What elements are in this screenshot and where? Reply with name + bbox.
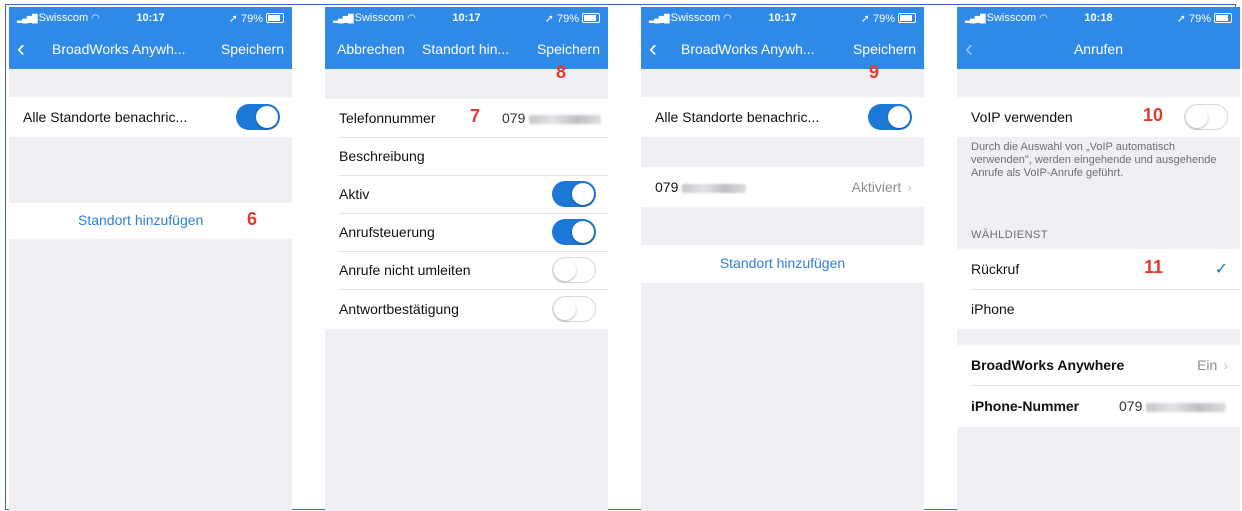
call-control-label: Anrufsteuerung (339, 224, 435, 240)
save-button[interactable]: Speichern (537, 41, 600, 57)
use-voip-row: VoIP verwenden 10 (957, 97, 1240, 137)
status-bar: ▂▄▆█ Swisscom ◠ 10:18 ➚ 79% (957, 7, 1240, 29)
annotation-7: 7 (470, 106, 481, 126)
callback-row[interactable]: Rückruf 11 ✓ (957, 249, 1240, 289)
dialing-service-header: WÄHLDIENST (971, 229, 1049, 241)
location-number: 079 (655, 179, 747, 195)
annotation-8: 8 (556, 62, 567, 82)
call-control-row: Anrufsteuerung (325, 213, 608, 251)
iphone-number-value: 079 (1119, 398, 1227, 414)
redacted-digits (529, 114, 602, 124)
status-bar: ▂▄▆█ Swisscom ◠ 10:17 ➚ 79% (325, 7, 608, 29)
battery-icon (1214, 13, 1232, 23)
nav-bar: ▂▄▆█ Swisscom ◠ 10:18 ➚ 79% ‹ Anrufen (957, 7, 1240, 69)
broadworks-anywhere-label: BroadWorks Anywhere (971, 357, 1125, 373)
battery-icon (582, 13, 600, 23)
location-icon: ➚ (860, 13, 870, 25)
divider (339, 251, 608, 252)
use-voip-label: VoIP verwenden (971, 109, 1073, 125)
location-icon: ➚ (228, 13, 238, 25)
alert-all-locations-row: Alle Standorte benachric... (641, 97, 924, 137)
divider (339, 289, 608, 290)
redacted-digits (682, 183, 747, 193)
active-toggle[interactable] (552, 181, 596, 207)
description-row[interactable]: Beschreibung (325, 137, 608, 175)
use-voip-toggle[interactable] (1184, 104, 1228, 130)
call-control-toggle[interactable] (552, 219, 596, 245)
location-status: Aktiviert › (851, 179, 912, 195)
location-icon: ➚ (1176, 13, 1186, 25)
location-icon: ➚ (544, 13, 554, 25)
add-location-link[interactable]: Standort hinzufügen (641, 255, 924, 271)
location-row[interactable]: 079 Aktiviert › (641, 167, 924, 207)
alert-all-locations-row: Alle Standorte benachric... (9, 97, 292, 137)
phone-number-row[interactable]: Telefonnummer 7 079 (325, 99, 608, 137)
do-not-forward-label: Anrufe nicht umleiten (339, 262, 471, 278)
screen-3: ▂▄▆█ Swisscom ◠ 10:17 ➚ 79% ‹ BroadWorks A… (641, 7, 924, 511)
chevron-right-icon: › (907, 179, 912, 195)
save-button[interactable]: Speichern (221, 41, 284, 57)
active-row: Aktiv (325, 175, 608, 213)
iphone-number-row[interactable]: iPhone-Nummer 079 (957, 385, 1240, 427)
nav-title: Standort hin... (422, 41, 510, 57)
battery-icon (266, 13, 284, 23)
nav-title: Anrufen (1073, 41, 1124, 57)
save-button[interactable]: Speichern (853, 41, 916, 57)
screen-4: ▂▄▆█ Swisscom ◠ 10:18 ➚ 79% ‹ Anrufen VoIP… (957, 7, 1240, 511)
answer-confirmation-row: Antwortbestätigung (325, 289, 608, 329)
add-location-row[interactable]: Standort hinzufügen 6 (9, 203, 292, 239)
broadworks-anywhere-row[interactable]: BroadWorks Anywhere Ein › (957, 345, 1240, 385)
add-location-link[interactable]: Standort hinzufügen (78, 212, 203, 228)
phone-number-value[interactable]: 079 (502, 110, 602, 126)
answer-confirmation-label: Antwortbestätigung (339, 301, 459, 317)
annotation-10: 10 (1143, 105, 1164, 125)
battery-indicator: ➚ 79% (229, 12, 284, 25)
status-bar: ▂▄▆█ Swisscom ◠ 10:17 ➚ 79% (9, 7, 292, 29)
active-label: Aktiv (339, 186, 370, 202)
broadworks-anywhere-value: Ein › (1197, 357, 1228, 373)
nav-bar: ▂▄▆█ Swisscom ◠ 10:17 ➚ 79% ‹ BroadWorks A… (641, 7, 924, 69)
do-not-forward-row: Anrufe nicht umleiten (325, 251, 608, 289)
voip-description: Durch die Auswahl von „VoIP automatisch … (971, 141, 1217, 179)
nav-bar: ▂▄▆█ Swisscom ◠ 10:17 ➚ 79% ‹ BroadWorks A… (9, 7, 292, 69)
alert-all-locations-label: Alle Standorte benachric... (23, 109, 188, 125)
divider (339, 213, 608, 214)
battery-indicator: ➚ 79% (1177, 12, 1232, 25)
do-not-forward-toggle[interactable] (552, 257, 596, 283)
checkmark-icon: ✓ (1214, 261, 1228, 278)
cancel-button[interactable]: Abbrechen (337, 41, 405, 57)
answer-confirmation-toggle[interactable] (552, 296, 596, 322)
divider (971, 289, 1240, 290)
divider (971, 385, 1240, 386)
nav-title: BroadWorks Anywh... (52, 41, 186, 57)
nav-title: BroadWorks Anywh... (681, 41, 815, 57)
divider (339, 175, 608, 176)
iphone-label: iPhone (971, 301, 1015, 317)
iphone-row[interactable]: iPhone (957, 289, 1240, 329)
annotation-11: 11 (1144, 257, 1164, 277)
alert-all-locations-label: Alle Standorte benachric... (655, 109, 820, 125)
redacted-digits (1146, 402, 1227, 412)
annotation-9: 9 (869, 62, 880, 82)
battery-icon (898, 13, 916, 23)
battery-indicator: ➚ 79% (861, 12, 916, 25)
screen-2: ▂▄▆█ Swisscom ◠ 10:17 ➚ 79% Abbrechen Stan… (325, 7, 608, 511)
screen-1: ▂▄▆█ Swisscom ◠ 10:17 ➚ 79% ‹ BroadWorks A… (9, 7, 292, 511)
alert-all-locations-toggle[interactable] (868, 104, 912, 130)
chevron-right-icon: › (1223, 357, 1228, 373)
alert-all-locations-toggle[interactable] (236, 104, 280, 130)
annotation-6: 6 (247, 209, 258, 229)
battery-indicator: ➚ 79% (545, 12, 600, 25)
phone-number-label: Telefonnummer (339, 110, 436, 126)
callback-label: Rückruf (971, 261, 1020, 277)
add-location-row[interactable]: Standort hinzufügen (641, 245, 924, 283)
nav-bar: ▂▄▆█ Swisscom ◠ 10:17 ➚ 79% Abbrechen Stan… (325, 7, 608, 69)
iphone-number-label: iPhone-Nummer (971, 398, 1080, 414)
back-chevron-icon[interactable]: ‹ (17, 35, 25, 63)
back-chevron-icon[interactable]: ‹ (649, 35, 657, 63)
divider (339, 137, 608, 138)
description-label: Beschreibung (339, 148, 425, 164)
status-bar: ▂▄▆█ Swisscom ◠ 10:17 ➚ 79% (641, 7, 924, 29)
